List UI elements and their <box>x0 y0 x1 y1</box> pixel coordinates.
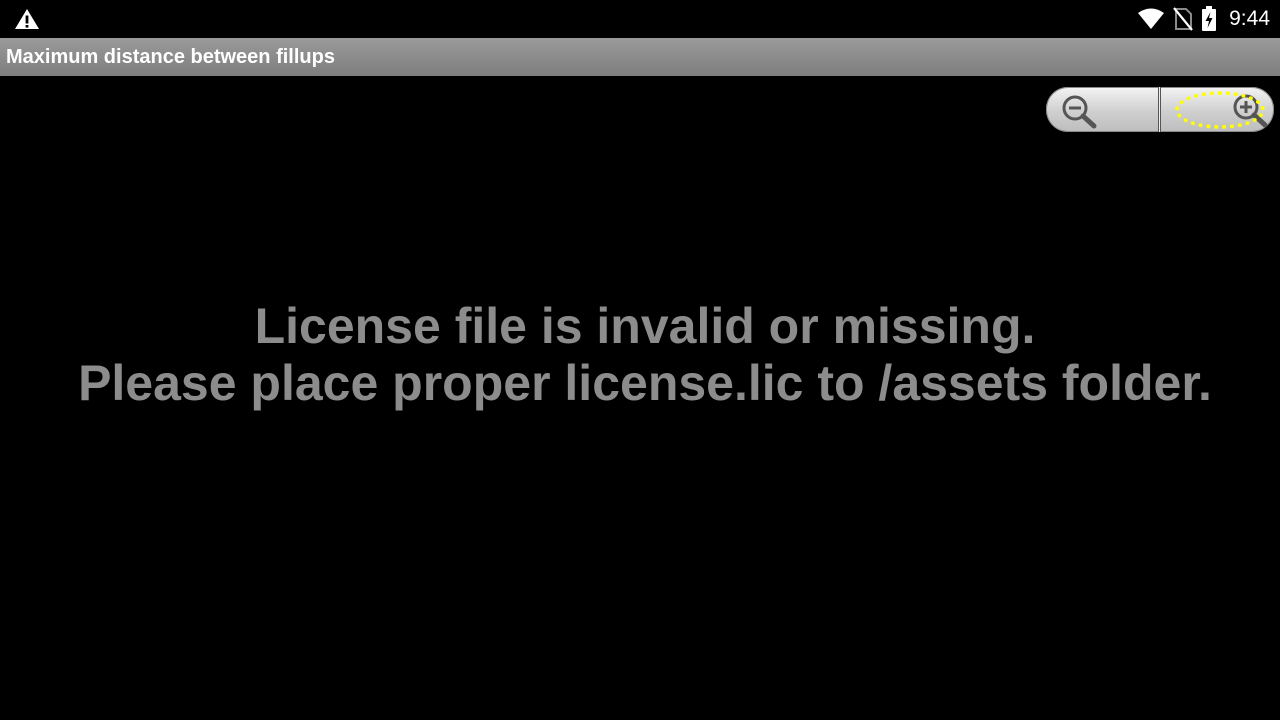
zoom-out-button[interactable] <box>1046 87 1159 132</box>
focus-highlight <box>1175 91 1265 129</box>
wifi-icon <box>1138 8 1165 29</box>
license-error-line2: Please place proper license.lic to /asse… <box>78 355 1212 411</box>
status-icons: 9:44 <box>1137 0 1270 38</box>
title-bar: Maximum distance between fillups <box>0 38 1280 76</box>
window-title: Maximum distance between fillups <box>6 45 335 68</box>
zoom-out-icon <box>1062 95 1097 129</box>
license-error-line1: License file is invalid or missing. <box>254 298 1036 354</box>
zoom-control <box>1046 87 1274 132</box>
status-clock: 9:44 <box>1229 7 1270 30</box>
battery-charging-icon <box>1202 6 1217 31</box>
status-bar: 9:44 <box>0 0 1280 38</box>
license-error-message: License file is invalid or missing. Plea… <box>0 298 1280 412</box>
zoom-in-button[interactable] <box>1161 87 1274 132</box>
no-sim-icon <box>1173 7 1193 31</box>
warning-icon <box>15 9 39 29</box>
